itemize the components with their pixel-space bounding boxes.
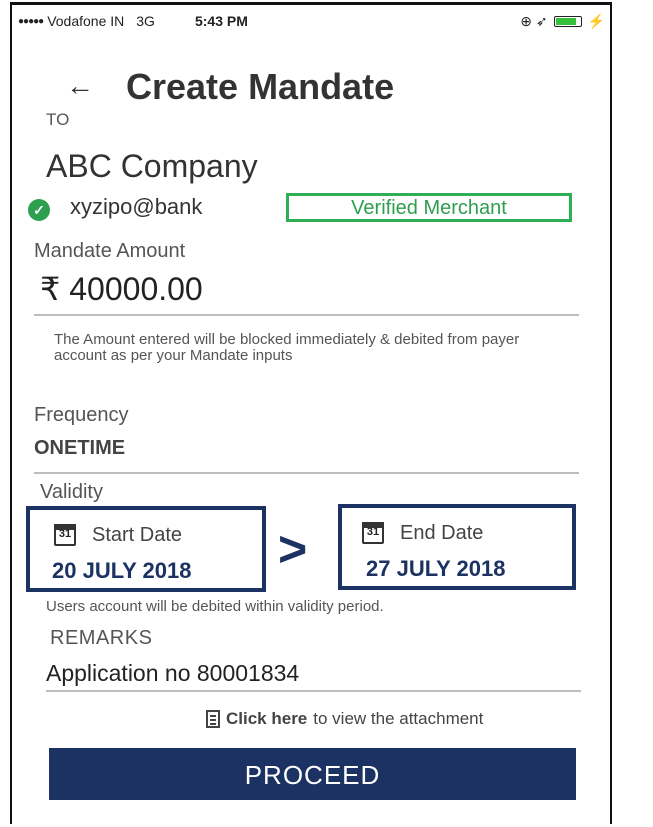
- signal-strength-icon: ●●●●●: [18, 15, 44, 27]
- mandate-amount-label: Mandate Amount: [34, 240, 186, 262]
- amount-note: The Amount entered will be blocked immed…: [54, 331, 520, 364]
- payee-vpa: xyzipo@bank: [70, 194, 203, 219]
- charging-icon: ⚡: [587, 12, 605, 29]
- amount-underline: [34, 314, 579, 316]
- verified-check-icon: ✓: [28, 199, 50, 221]
- validity-label: Validity: [40, 481, 103, 503]
- mandate-amount-input[interactable]: ₹ 40000.00: [40, 270, 203, 308]
- location-icon: ⊕ ➶: [520, 12, 548, 29]
- validity-note: Users account will be debited within val…: [46, 598, 384, 615]
- status-bar: ●●●●● Vodafone IN 3G 5:43 PM ⊕ ➶ ⚡: [18, 10, 605, 32]
- calendar-icon: 31: [362, 522, 384, 544]
- frequency-underline: [34, 472, 579, 474]
- end-date-value: 27 JULY 2018: [366, 556, 506, 581]
- document-icon: [206, 710, 220, 728]
- payee-name: ABC Company: [46, 148, 258, 184]
- network-type: 3G: [136, 13, 155, 29]
- page-title: Create Mandate: [126, 66, 395, 107]
- frequency-value[interactable]: ONETIME: [34, 437, 125, 460]
- calendar-icon: 31: [54, 524, 76, 546]
- date-range-separator: >: [278, 521, 308, 577]
- back-arrow-icon[interactable]: ←: [66, 70, 94, 102]
- status-icons: ⊕ ➶ ⚡: [520, 13, 605, 30]
- remarks-value[interactable]: Application no 80001834: [46, 660, 299, 687]
- end-date-picker[interactable]: 31 End Date 27 JULY 2018: [338, 504, 576, 590]
- proceed-button[interactable]: PROCEED: [49, 748, 576, 800]
- start-date-picker[interactable]: 31 Start Date 20 JULY 2018: [26, 506, 266, 592]
- remarks-underline: [46, 690, 581, 692]
- click-here-link[interactable]: Click here: [226, 709, 307, 729]
- start-date-value: 20 JULY 2018: [52, 558, 192, 583]
- remarks-label: REMARKS: [50, 627, 153, 649]
- verified-merchant-badge: Verified Merchant: [286, 193, 572, 222]
- start-date-label: Start Date: [92, 524, 183, 546]
- attachment-text: to view the attachment: [313, 709, 484, 728]
- frequency-label: Frequency: [34, 404, 129, 426]
- status-time: 5:43 PM: [194, 13, 248, 29]
- attachment-link[interactable]: Click here to view the attachment: [206, 709, 483, 729]
- battery-icon: [553, 15, 582, 27]
- carrier-name: Vodafone IN: [47, 13, 125, 29]
- to-label: TO: [46, 110, 70, 129]
- end-date-label: End Date: [400, 522, 484, 544]
